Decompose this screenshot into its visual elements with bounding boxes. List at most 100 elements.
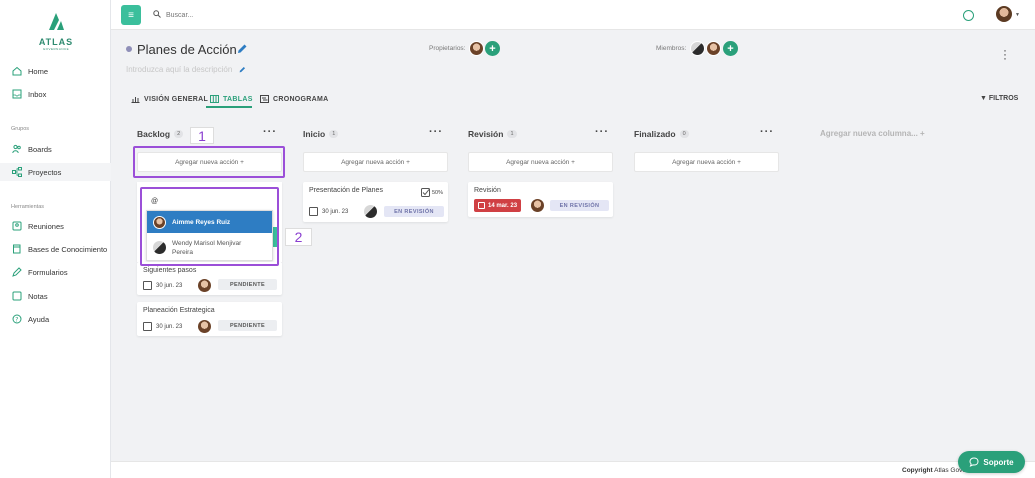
hierarchy-icon bbox=[12, 167, 22, 177]
status-badge: PENDIENTE bbox=[218, 320, 277, 331]
sidebar-item-home[interactable]: Home bbox=[12, 62, 48, 80]
add-action-button[interactable]: Agregar nueva acción + bbox=[468, 152, 613, 172]
sidebar-item-label: Reuniones bbox=[28, 221, 64, 231]
column-title: Finalizado bbox=[634, 129, 676, 139]
column-count: 1 bbox=[329, 130, 339, 138]
support-button[interactable]: Soporte bbox=[958, 451, 1025, 473]
action-card[interactable]: Planeación Estrategica 30 jun. 23 PENDIE… bbox=[137, 302, 282, 336]
column-more-icon[interactable]: ··· bbox=[429, 126, 443, 138]
column-header-backlog: Backlog 2 bbox=[137, 129, 184, 139]
support-label: Soporte bbox=[983, 457, 1014, 467]
plus-icon: + bbox=[737, 158, 741, 166]
copyright-label: Copyright bbox=[902, 467, 933, 474]
member-avatar[interactable] bbox=[706, 41, 721, 56]
edit-title-icon[interactable] bbox=[237, 43, 248, 54]
more-options-icon[interactable]: · · · bbox=[1003, 44, 1007, 64]
search-input[interactable] bbox=[166, 8, 466, 22]
avatar[interactable] bbox=[198, 279, 212, 292]
progress-indicator: 50% bbox=[421, 188, 443, 197]
add-member-button[interactable]: + bbox=[723, 41, 738, 56]
tab-vision-general[interactable]: VISIÓN GENERAL bbox=[131, 95, 208, 103]
avatar[interactable] bbox=[198, 320, 212, 333]
sidebar-item-proyectos[interactable]: Proyectos bbox=[0, 163, 111, 181]
status-badge: EN REVISIÓN bbox=[384, 206, 444, 217]
sidebar-item-ayuda[interactable]: ? Ayuda bbox=[12, 310, 49, 328]
members-label: Miembros: bbox=[656, 45, 687, 52]
columns-icon bbox=[210, 95, 219, 103]
card-date: 30 jun. 23 bbox=[156, 323, 183, 330]
tab-label: TABLAS bbox=[223, 95, 253, 103]
page-title: Planes de Acción bbox=[137, 42, 237, 57]
add-action-button[interactable]: Agregar nueva acción + bbox=[303, 152, 448, 172]
description-placeholder[interactable]: Introduzca aquí la descripción bbox=[126, 65, 232, 74]
add-column-label: Agregar nueva columna... bbox=[820, 129, 918, 138]
column-title: Revisión bbox=[468, 129, 504, 139]
chart-icon bbox=[131, 97, 140, 103]
column-title: Backlog bbox=[137, 129, 171, 139]
chat-bubble-icon bbox=[969, 457, 979, 467]
sidebar-item-notas[interactable]: Notas bbox=[12, 287, 48, 305]
sidebar-item-label: Boards bbox=[28, 144, 52, 154]
svg-text:?: ? bbox=[15, 316, 18, 323]
chevron-down-icon[interactable]: ▼ bbox=[1015, 12, 1020, 18]
owners-label: Propietarios: bbox=[429, 45, 466, 52]
annotation-number-2: 2 bbox=[285, 228, 312, 246]
tab-tablas[interactable]: TABLAS bbox=[210, 95, 253, 103]
card-date: 30 jun. 23 bbox=[322, 208, 349, 215]
card-date: 14 mar. 23 bbox=[488, 202, 518, 209]
column-more-icon[interactable]: ··· bbox=[595, 126, 609, 138]
tab-label: CRONOGRAMA bbox=[273, 95, 329, 103]
plus-icon: + bbox=[727, 42, 734, 55]
filters-button[interactable]: ▼ FILTROS bbox=[980, 95, 1018, 102]
card-date: 30 jun. 23 bbox=[156, 282, 183, 289]
meeting-icon bbox=[12, 221, 22, 231]
plus-icon: + bbox=[406, 158, 410, 166]
add-column-button[interactable]: Agregar nueva columna... + bbox=[820, 129, 925, 138]
avatar[interactable] bbox=[531, 199, 544, 212]
status-badge: PENDIENTE bbox=[218, 279, 277, 290]
tab-cronograma[interactable]: CRONOGRAMA bbox=[260, 95, 329, 103]
menu-toggle-button[interactable]: ≡ bbox=[121, 5, 141, 25]
card-title: Presentación de Planes bbox=[309, 187, 383, 194]
card-title: Siguientes pasos bbox=[143, 267, 197, 274]
sidebar-item-formularios[interactable]: Formularios bbox=[12, 263, 68, 281]
avatar[interactable] bbox=[364, 205, 378, 218]
card-title: Planeación Estrategica bbox=[143, 307, 215, 314]
sidebar-item-inbox[interactable]: Inbox bbox=[12, 85, 46, 103]
chat-icon[interactable] bbox=[963, 10, 974, 21]
tools-section-label: Herramientas bbox=[11, 204, 45, 210]
sidebar-item-bases-conocimiento[interactable]: Bases de Conocimiento bbox=[12, 240, 107, 258]
add-action-button[interactable]: Agregar nueva acción + bbox=[634, 152, 779, 172]
plus-icon: + bbox=[489, 42, 496, 55]
status-badge: EN REVISIÓN bbox=[550, 200, 609, 211]
active-tab-indicator bbox=[206, 106, 252, 108]
progress-value: 50% bbox=[432, 189, 444, 196]
sidebar-item-reuniones[interactable]: Reuniones bbox=[12, 217, 64, 235]
card-meta: 30 jun. 23 bbox=[309, 205, 378, 218]
sidebar-item-label: Notas bbox=[28, 291, 48, 301]
edit-description-icon[interactable] bbox=[239, 66, 246, 73]
owner-avatar[interactable] bbox=[469, 41, 484, 56]
member-avatar[interactable] bbox=[690, 41, 705, 56]
overdue-date-badge: 14 mar. 23 bbox=[474, 199, 522, 212]
sidebar-item-boards[interactable]: Boards bbox=[12, 140, 52, 158]
add-action-label: Agregar nueva acción bbox=[672, 158, 736, 166]
column-count: 2 bbox=[174, 130, 184, 138]
card-title: Revisión bbox=[474, 187, 501, 194]
plus-icon: + bbox=[571, 158, 575, 166]
add-owner-button[interactable]: + bbox=[485, 41, 500, 56]
column-more-icon[interactable]: ··· bbox=[263, 126, 277, 138]
action-card[interactable]: Presentación de Planes 50% 30 jun. 23 EN… bbox=[303, 182, 448, 222]
user-avatar[interactable] bbox=[996, 6, 1012, 22]
column-count: 0 bbox=[679, 130, 689, 138]
atlas-logo[interactable]: ATLAS GOVERNANCE bbox=[38, 10, 74, 51]
sidebar-item-label: Ayuda bbox=[28, 314, 50, 324]
add-action-label: Agregar nueva acción bbox=[506, 158, 570, 166]
column-more-icon[interactable]: ··· bbox=[760, 126, 774, 138]
action-card[interactable]: Revisión 14 mar. 23 EN REVISIÓN bbox=[468, 182, 613, 217]
column-header-inicio: Inicio 1 bbox=[303, 129, 339, 139]
search-icon bbox=[153, 10, 161, 18]
home-icon bbox=[12, 66, 22, 76]
footer bbox=[111, 461, 1035, 478]
action-card[interactable]: Siguientes pasos 30 jun. 23 PENDIENTE bbox=[137, 262, 282, 295]
